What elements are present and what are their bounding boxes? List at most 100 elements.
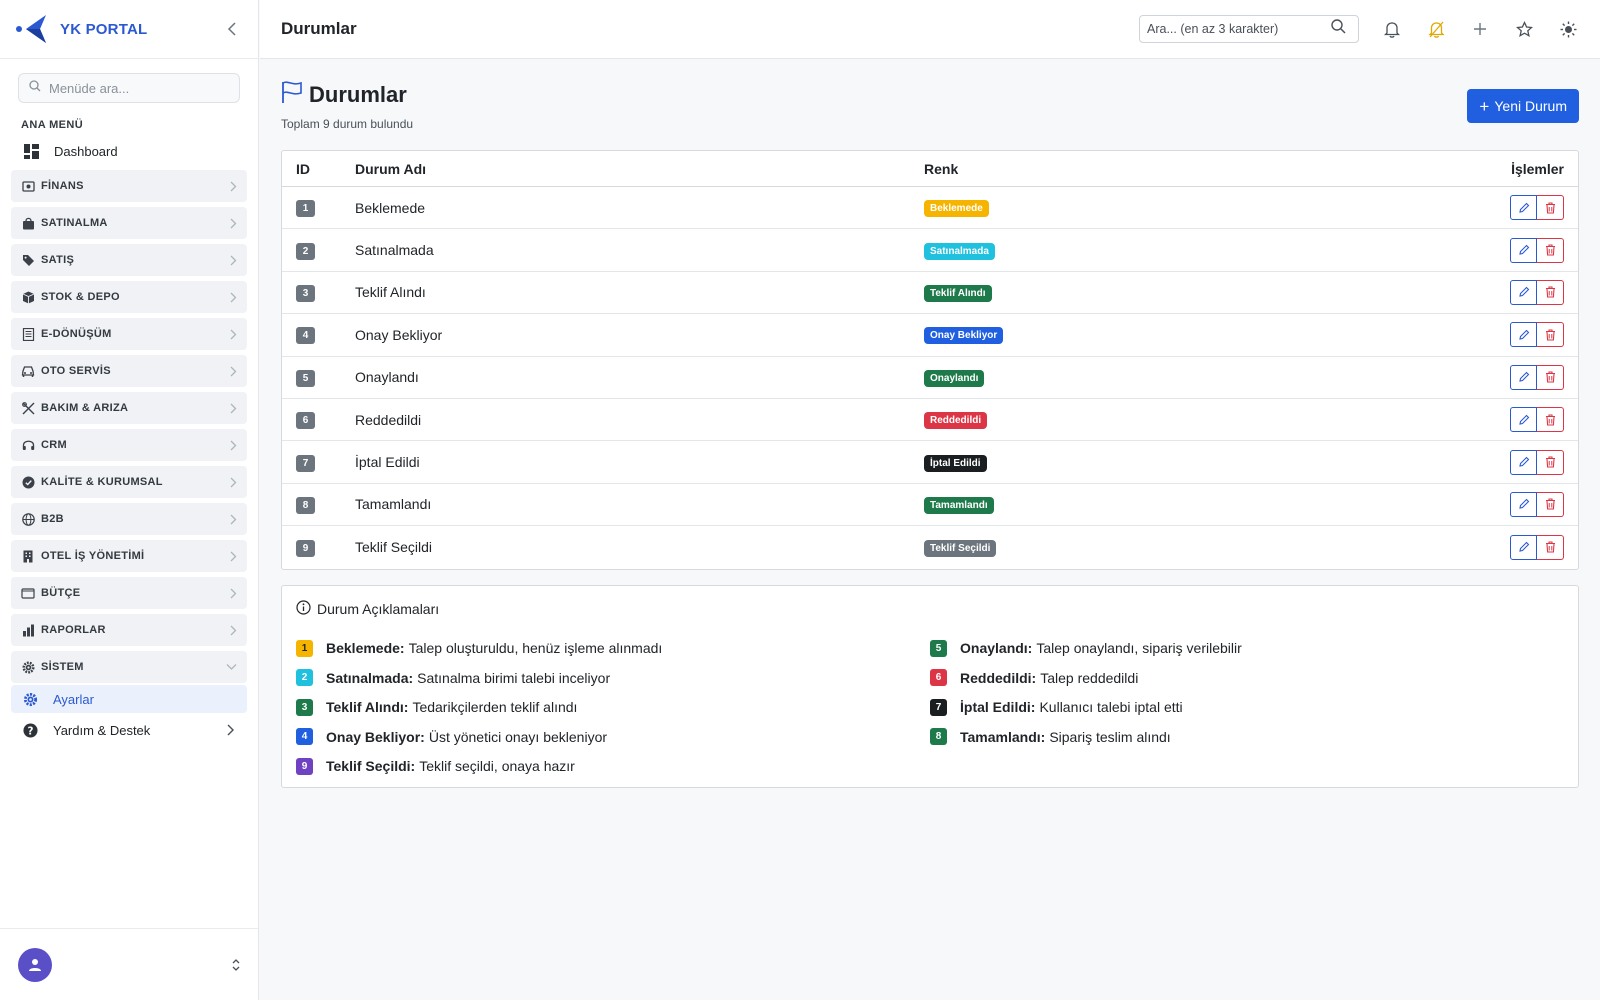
delete-button[interactable] (1537, 449, 1564, 475)
sidebar-group-label: CRM (41, 439, 67, 451)
col-header-color[interactable]: Renk (924, 161, 1438, 177)
sidebar-group-stok-depo[interactable]: STOK & DEPO (11, 281, 247, 313)
brand-logo-icon[interactable] (16, 13, 50, 45)
sidebar-group-oto-servi-s[interactable]: OTO SERVİS (11, 355, 247, 387)
bell-off-icon[interactable] (1425, 18, 1447, 40)
sidebar-group-raporlar[interactable]: RAPORLAR (11, 614, 247, 646)
sidebar-group-satinalma[interactable]: SATINALMA (11, 207, 247, 239)
sidebar-group-label: SATIŞ (41, 254, 75, 266)
chevron-right-icon (230, 625, 237, 636)
status-name: Beklemede (355, 199, 426, 216)
delete-button[interactable] (1537, 237, 1564, 263)
sidebar-group-label: E-DÖNÜŞÜM (41, 328, 112, 340)
tools-icon (21, 401, 35, 415)
status-name: Teklif Seçildi (355, 539, 433, 556)
search-icon[interactable] (1331, 19, 1346, 39)
pencil-icon (1518, 244, 1529, 255)
chevron-updown-icon[interactable] (232, 958, 240, 972)
topbar-title: Durumlar (281, 19, 357, 38)
sidebar-group-label: BAKIM & ARIZA (41, 402, 129, 414)
user-menu[interactable] (0, 928, 258, 1000)
plus-icon[interactable] (1469, 18, 1491, 40)
legend-number-badge: 8 (930, 728, 947, 746)
delete-button[interactable] (1537, 279, 1564, 305)
sidebar-group-bakim-ariza[interactable]: BAKIM & ARIZA (11, 392, 247, 424)
edit-button[interactable] (1510, 534, 1537, 560)
edit-button[interactable] (1510, 449, 1537, 475)
sidebar-group-e-dönüşüm[interactable]: E-DÖNÜŞÜM (11, 318, 247, 350)
section-label: ANA MENÜ (21, 119, 84, 131)
sidebar-group-label: B2B (41, 513, 64, 525)
sidebar-group-kali-te-kurumsal[interactable]: KALİTE & KURUMSAL (11, 466, 247, 498)
col-header-name[interactable]: Durum Adı (355, 161, 924, 177)
trash-icon (1545, 329, 1555, 341)
sidebar-group-crm[interactable]: CRM (11, 429, 247, 461)
global-search-input[interactable] (1147, 22, 1331, 36)
chevron-left-icon[interactable] (222, 19, 242, 39)
legend-status-name: Satınalmada: (326, 669, 414, 686)
star-icon[interactable] (1513, 18, 1535, 40)
pencil-icon (1518, 202, 1529, 213)
color-badge: Reddedildi (924, 412, 988, 430)
trash-icon (1545, 371, 1555, 383)
color-badge: İptal Edildi (924, 454, 987, 472)
delete-button[interactable] (1537, 534, 1564, 560)
sidebar-group-b2b[interactable]: B2B (11, 503, 247, 535)
new-status-button[interactable]: + Yeni Durum (1467, 89, 1579, 123)
sidebar-group-bütçe[interactable]: BÜTÇE (11, 577, 247, 609)
sidebar-group-si-stem[interactable]: SİSTEM (11, 651, 247, 683)
avatar[interactable] (18, 947, 52, 982)
delete-button[interactable] (1537, 491, 1564, 517)
legend-number-badge: 2 (296, 669, 313, 687)
col-header-actions: İşlemler (1511, 160, 1564, 177)
brand-name[interactable]: YK PORTAL (60, 21, 147, 38)
sun-icon[interactable] (1557, 18, 1579, 40)
edit-button[interactable] (1510, 322, 1537, 348)
legend-column-right: 5 Onaylandı: Talep onaylandı, sipariş veri… (930, 634, 1564, 782)
sidebar-group-label: KALİTE & KURUMSAL (41, 476, 163, 488)
legend-status-name: Beklemede: (326, 640, 405, 657)
legend-number-badge: 4 (296, 728, 313, 746)
finance-icon (21, 179, 35, 193)
legend-description: Talep onaylandı, sipariş verilebilir (1036, 640, 1242, 657)
legend-status-name: Teklif Seçildi: (326, 758, 416, 775)
sidebar-group-otel-i-ş-yöneti-mi[interactable]: OTEL İŞ YÖNETİMİ (11, 540, 247, 572)
car-icon (21, 364, 35, 378)
sidebar-item-ayarlar[interactable]: Ayarlar (11, 685, 247, 713)
edit-button[interactable] (1510, 364, 1537, 390)
user-icon (29, 958, 41, 971)
sidebar-item-dashboard[interactable]: Dashboard (12, 137, 246, 165)
legend-description: Kullanıcı talebi iptal etti (1039, 699, 1183, 716)
trash-icon (1545, 456, 1555, 468)
sidebar-group-fi-nans[interactable]: FİNANS (11, 170, 247, 202)
bell-icon[interactable] (1381, 18, 1403, 40)
sidebar-group-label: STOK & DEPO (41, 291, 120, 303)
pencil-icon (1518, 456, 1529, 467)
table-row: 3 Teklif Alındı Teklif Alındı (282, 272, 1578, 315)
col-header-id[interactable]: ID (282, 161, 355, 177)
delete-button[interactable] (1537, 364, 1564, 390)
delete-button[interactable] (1537, 195, 1564, 221)
status-table: ID Durum Adı Renk İşlemler 1 Beklemede Bek… (281, 150, 1579, 570)
edit-button[interactable] (1510, 237, 1537, 263)
bar-chart-icon (21, 623, 35, 637)
edit-button[interactable] (1510, 195, 1537, 221)
sidebar-item-help[interactable]: ? Yardım & Destek (11, 715, 247, 745)
table-row: 1 Beklemede Beklemede (282, 187, 1578, 230)
id-badge: 4 (296, 327, 315, 345)
trash-icon (1545, 286, 1555, 299)
delete-button[interactable] (1537, 322, 1564, 348)
edit-button[interactable] (1510, 407, 1537, 433)
chevron-right-icon (230, 514, 237, 525)
status-legend: Durum Açıklamaları 1 Beklemede: Talep oluş… (281, 584, 1579, 788)
chevron-right-icon (230, 477, 237, 488)
delete-button[interactable] (1537, 407, 1564, 433)
legend-item: 1 Beklemede: Talep oluşturuldu, henüz işle… (296, 634, 930, 664)
menu-search-input[interactable] (49, 80, 219, 96)
color-badge: Onay Bekliyor (924, 327, 1004, 345)
building-icon (21, 549, 35, 563)
edit-button[interactable] (1510, 491, 1537, 517)
table-row: 5 Onaylandı Onaylandı (282, 357, 1578, 399)
sidebar-group-satiş[interactable]: SATIŞ (11, 244, 247, 276)
edit-button[interactable] (1510, 279, 1537, 305)
